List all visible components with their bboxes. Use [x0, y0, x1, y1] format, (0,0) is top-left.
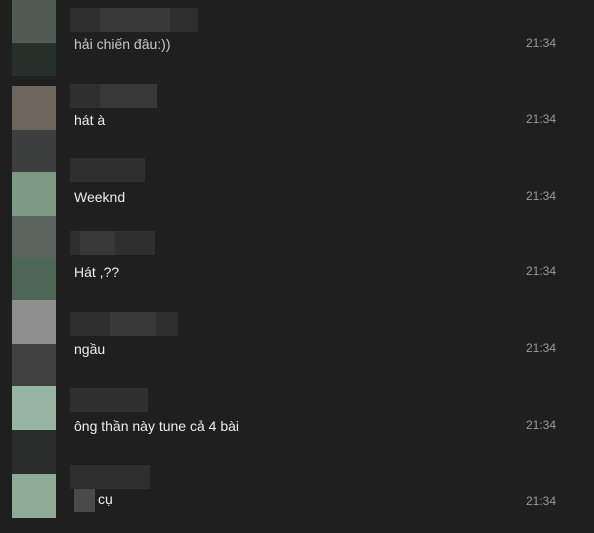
message-text: Hát ,?? — [74, 264, 120, 280]
message-row: Weeknd 21:34 — [0, 158, 594, 216]
message-timestamp: 21:34 — [525, 341, 556, 355]
message-text: ông thần này tune cả 4 bài — [74, 418, 240, 434]
message-text: hải chiến đâu:)) — [74, 36, 171, 52]
message-text: cụ — [74, 489, 113, 512]
message-row: hải chiến đâu:)) 21:34 — [0, 0, 594, 76]
username-redacted[interactable] — [70, 231, 155, 255]
username-redacted[interactable] — [70, 465, 150, 489]
mention-redacted[interactable] — [74, 489, 95, 512]
username-redacted[interactable] — [70, 8, 198, 32]
username-redacted[interactable] — [70, 388, 148, 412]
message-timestamp: 21:34 — [525, 418, 556, 432]
message-text: Weeknd — [74, 189, 126, 205]
username-redacted[interactable] — [70, 84, 157, 108]
message-timestamp: 21:34 — [525, 264, 556, 278]
message-timestamp: 21:34 — [525, 494, 556, 508]
message-row: ngầu 21:34 — [0, 300, 594, 388]
message-row: cụ 21:34 — [0, 464, 594, 533]
message-timestamp: 21:34 — [525, 36, 556, 50]
message-text-content: cụ — [98, 491, 113, 508]
avatar[interactable] — [12, 172, 56, 216]
message-row: ông thần này tune cả 4 bài 21:34 — [0, 386, 594, 474]
message-text: hát à — [74, 112, 106, 128]
username-redacted[interactable] — [70, 158, 145, 182]
chat-message-list: hải chiến đâu:)) 21:34 hát à 21:34 Weekn… — [0, 0, 594, 533]
username-redacted[interactable] — [70, 312, 178, 336]
avatar[interactable] — [12, 216, 56, 302]
message-timestamp: 21:34 — [525, 112, 556, 126]
avatar[interactable] — [12, 0, 56, 76]
message-row: Hát ,?? 21:34 — [0, 216, 594, 302]
avatar[interactable] — [12, 300, 56, 388]
avatar[interactable] — [12, 386, 56, 474]
message-timestamp: 21:34 — [525, 189, 556, 203]
message-text: ngầu — [74, 341, 106, 357]
avatar[interactable] — [12, 474, 56, 518]
